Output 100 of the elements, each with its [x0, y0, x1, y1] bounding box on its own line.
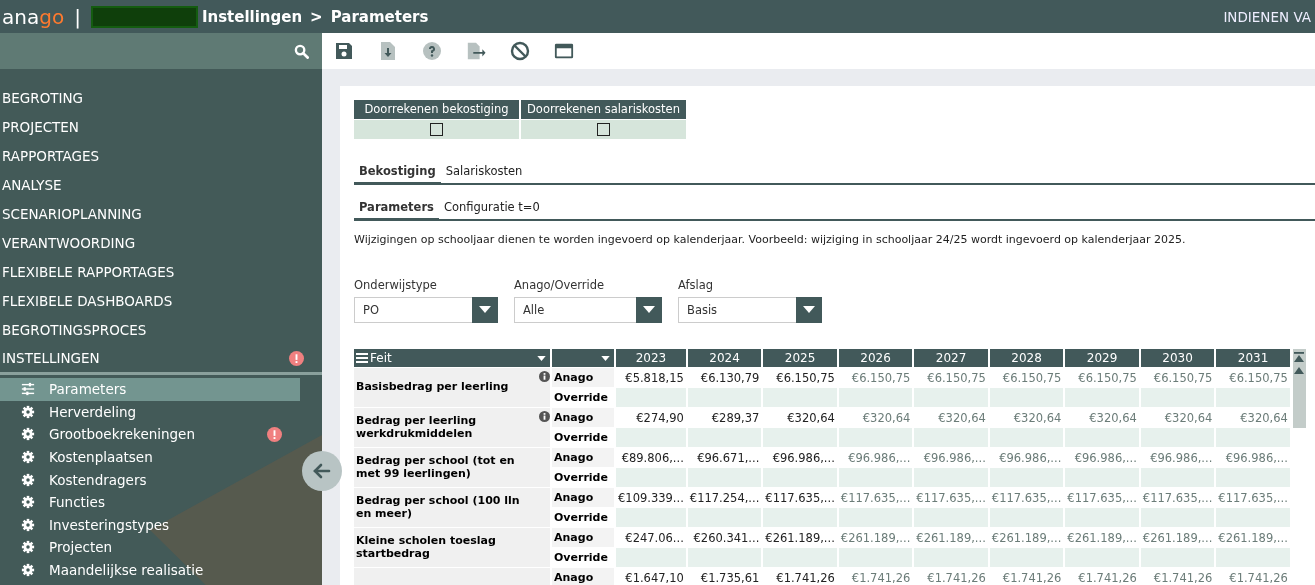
input-field[interactable]: [989, 468, 1064, 487]
input-field[interactable]: [763, 468, 837, 487]
input-field[interactable]: [687, 388, 762, 407]
submenu-item[interactable]: Kostenplaatsen: [0, 445, 300, 469]
input-field[interactable]: [989, 388, 1064, 407]
menu-item[interactable]: INSTELLINGEN: [0, 344, 322, 375]
window-icon[interactable]: [554, 41, 574, 61]
input-field[interactable]: [838, 468, 913, 487]
input-field[interactable]: [914, 428, 988, 447]
submit-link[interactable]: INDIENEN VA: [1223, 8, 1311, 25]
input-field[interactable]: [1065, 388, 1139, 407]
input-field[interactable]: [838, 508, 913, 527]
input-field[interactable]: [1216, 508, 1290, 527]
input-field[interactable]: [1216, 548, 1290, 567]
table-cell-text: €109.339...: [617, 489, 685, 507]
input-field[interactable]: [763, 508, 837, 527]
menu-icon[interactable]: [356, 353, 368, 363]
menu-item[interactable]: BEGROTING: [0, 83, 322, 112]
tab[interactable]: Parameters: [354, 197, 439, 221]
input-field[interactable]: [838, 428, 913, 447]
submenu-item[interactable]: Herverdeling: [0, 400, 300, 424]
input-field[interactable]: [616, 468, 686, 487]
menu-item[interactable]: FLEXIBELE DASHBOARDS: [0, 286, 322, 315]
table-cell: Anago: [552, 368, 614, 387]
tab[interactable]: Configuratie t=0: [438, 197, 545, 219]
input-field[interactable]: [1216, 388, 1290, 407]
tab[interactable]: Salariskosten: [440, 161, 528, 183]
input-field[interactable]: [914, 548, 988, 567]
table-cell: Anago: [552, 408, 614, 427]
dropdown[interactable]: PO: [354, 297, 498, 323]
input-field[interactable]: [914, 508, 988, 527]
column-header[interactable]: Feit: [354, 349, 550, 367]
input-field[interactable]: [914, 468, 988, 487]
table-cell-text: €261.189,...: [764, 529, 836, 547]
menu-item[interactable]: BEGROTINGSPROCES: [0, 315, 322, 344]
menu-item[interactable]: PROJECTEN: [0, 112, 322, 141]
input-field[interactable]: [1065, 508, 1139, 527]
input-field[interactable]: [1216, 428, 1290, 447]
column-header: 2023: [616, 349, 686, 367]
input-field[interactable]: [914, 388, 988, 407]
checkbox[interactable]: [430, 123, 443, 136]
input-field[interactable]: [616, 508, 686, 527]
table-cell-text: €320,64: [1088, 409, 1138, 427]
menu-item[interactable]: FLEXIBELE RAPPORTAGES: [0, 257, 322, 286]
table-cell-text: €5.818,15: [624, 369, 685, 387]
breadcrumb-link[interactable]: Instellingen: [201, 7, 303, 26]
input-field[interactable]: [1065, 428, 1139, 447]
input-field[interactable]: [687, 468, 762, 487]
checkbox[interactable]: [597, 123, 610, 136]
table-cell-text: €96.986,...: [771, 449, 836, 467]
info-icon[interactable]: [539, 411, 550, 422]
input-field[interactable]: [616, 548, 686, 567]
input-field[interactable]: [687, 508, 762, 527]
input-field[interactable]: [616, 428, 686, 447]
input-field[interactable]: [1140, 428, 1215, 447]
input-field[interactable]: [763, 388, 837, 407]
submenu-item[interactable]: Projecten: [0, 536, 300, 559]
input-field[interactable]: [1140, 508, 1215, 527]
input-field[interactable]: [1140, 548, 1215, 567]
table-cell: Anago: [552, 568, 614, 585]
input-field[interactable]: [1065, 468, 1139, 487]
input-field[interactable]: [616, 388, 686, 407]
menu-item[interactable]: ANALYSE: [0, 170, 322, 199]
input-field[interactable]: [763, 548, 837, 567]
input-field[interactable]: [763, 428, 837, 447]
scrollbar[interactable]: [1292, 349, 1306, 428]
dropdown[interactable]: Basis: [678, 297, 822, 323]
menu-item[interactable]: SCENARIOPLANNING: [0, 199, 322, 228]
input-field[interactable]: [989, 508, 1064, 527]
scroll-up-icon[interactable]: [1294, 366, 1305, 374]
row-label: Basisbedrag per leerling: [354, 368, 550, 407]
menu-item[interactable]: RAPPORTAGES: [0, 141, 322, 170]
table-cell-text: €6.150,75: [850, 369, 912, 387]
input-field[interactable]: [687, 548, 762, 567]
scroll-top-icon[interactable]: [1294, 352, 1305, 362]
input-field[interactable]: [1216, 468, 1290, 487]
input-field[interactable]: [687, 428, 762, 447]
ban-icon[interactable]: [510, 41, 530, 61]
input-field[interactable]: [989, 548, 1064, 567]
table-cell-text: €274,90: [635, 409, 685, 427]
table-cell-text: €117.635,...: [990, 489, 1063, 507]
input-field[interactable]: [838, 388, 913, 407]
input-field[interactable]: [1140, 468, 1215, 487]
search-icon[interactable]: [294, 43, 309, 59]
submenu-item[interactable]: Investeringstypes: [0, 513, 300, 537]
save-icon[interactable]: [334, 41, 354, 61]
tab[interactable]: Bekostiging: [354, 161, 441, 185]
submenu-item[interactable]: Functies: [0, 490, 300, 514]
submenu-item[interactable]: Maandelijkse realisatie: [0, 558, 300, 582]
submenu-item[interactable]: Kostendragers: [0, 468, 300, 491]
input-field[interactable]: [838, 548, 913, 567]
table-cell-text: €96.986,...: [847, 449, 912, 467]
input-field[interactable]: [1140, 388, 1215, 407]
info-icon[interactable]: [539, 371, 550, 382]
input-field[interactable]: [1065, 548, 1139, 567]
table-cell-text: €320,64: [1163, 409, 1214, 427]
submenu-item[interactable]: Grootboekrekeningen: [0, 423, 300, 446]
input-field[interactable]: [989, 428, 1064, 447]
dropdown[interactable]: Alle: [514, 297, 662, 323]
menu-item[interactable]: VERANTWOORDING: [0, 228, 322, 257]
